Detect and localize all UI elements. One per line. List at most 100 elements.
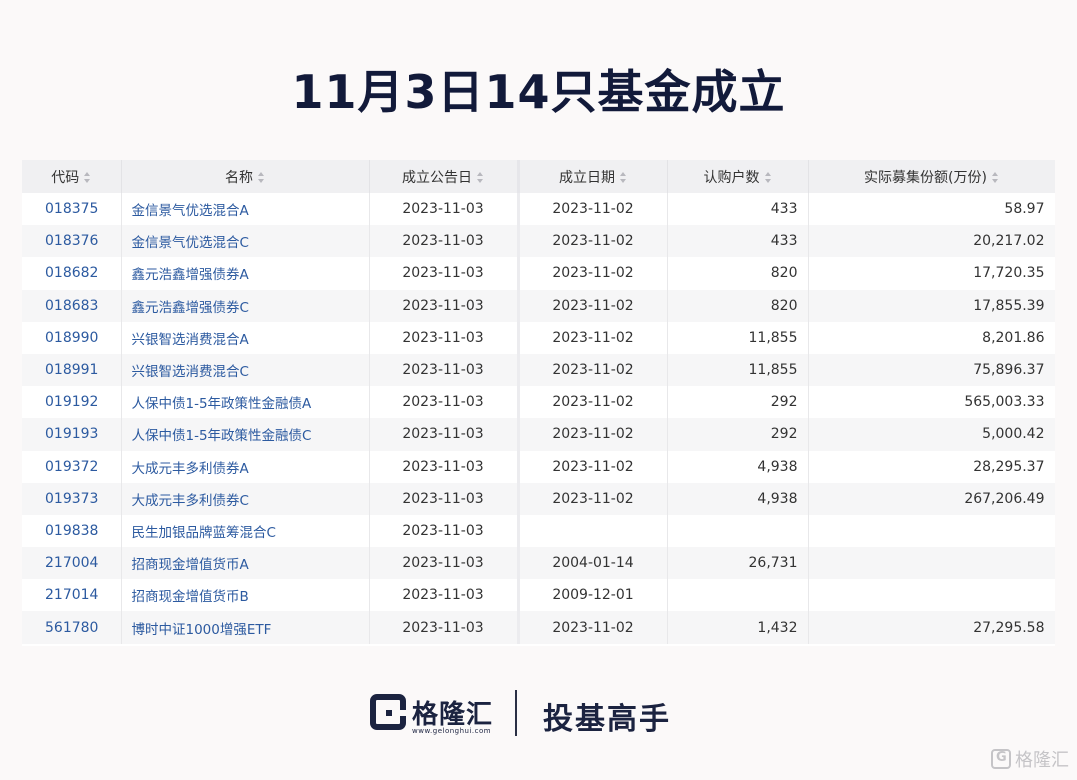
fund-name-cell[interactable]: 招商现金增值货币B bbox=[121, 579, 370, 612]
table-row: 019372 大成元丰多利债券A 2023-11-03 2023-11-02 4,938… bbox=[22, 450, 1055, 483]
column-header-label: 认购户数 bbox=[703, 169, 760, 186]
table-row: 018376 金信景气优选混合C 2023-11-03 2023-11-02 433 20… bbox=[22, 225, 1055, 258]
fund-code-cell[interactable]: 019372 bbox=[22, 450, 122, 483]
sort-icon[interactable] bbox=[764, 172, 772, 183]
establish-date-cell: 2023-11-02 bbox=[518, 193, 668, 226]
announce-date-cell: 2023-11-03 bbox=[369, 289, 520, 322]
announce-date-cell: 2023-11-03 bbox=[369, 386, 520, 419]
fund-code-cell[interactable]: 018683 bbox=[22, 289, 122, 322]
fund-code-cell[interactable]: 018375 bbox=[22, 193, 122, 226]
raised-shares-cell: 267,206.49 bbox=[808, 482, 1055, 515]
sort-icon[interactable] bbox=[620, 172, 627, 183]
raised-shares-cell bbox=[808, 547, 1055, 580]
raised-shares-cell: 27,295.58 bbox=[808, 611, 1055, 644]
raised-shares-cell: 17,855.39 bbox=[808, 289, 1055, 322]
column-header-label: 实际募集份额(万份) bbox=[864, 169, 987, 186]
announce-date-cell: 2023-11-03 bbox=[369, 450, 520, 483]
column-header-label: 成立公告日 bbox=[402, 169, 472, 186]
fund-code-cell[interactable]: 019373 bbox=[22, 482, 122, 515]
fund-name-cell[interactable]: 博时中证1000增强ETF bbox=[121, 611, 370, 644]
fund-code-cell[interactable]: 217004 bbox=[22, 547, 122, 580]
establish-date-cell: 2009-12-01 bbox=[518, 579, 668, 612]
fund-name-cell[interactable]: 民生加银品牌蓝筹混合C bbox=[121, 514, 370, 548]
watermark-text: 格隆汇 bbox=[1015, 750, 1069, 771]
fund-name-cell[interactable]: 鑫元浩鑫增强债券A bbox=[121, 257, 370, 290]
column-header-6[interactable]: 实际募集份额(万份) bbox=[808, 160, 1055, 193]
fund-name-cell[interactable]: 金信景气优选混合C bbox=[121, 225, 370, 258]
fund-name-cell[interactable]: 金信景气优选混合A bbox=[121, 193, 370, 226]
announce-date-cell: 2023-11-03 bbox=[369, 514, 520, 548]
fund-code-cell[interactable]: 217014 bbox=[22, 579, 122, 612]
establish-date-cell: 2004-01-14 bbox=[518, 547, 668, 580]
footer-divider bbox=[515, 690, 517, 736]
column-header-2[interactable]: 名称 bbox=[121, 160, 370, 193]
column-header-1[interactable]: 代码 bbox=[22, 160, 122, 193]
fund-name-cell[interactable]: 兴银智选消费混合C bbox=[121, 353, 370, 387]
raised-shares-cell: 20,217.02 bbox=[808, 225, 1055, 258]
column-header-3[interactable]: 成立公告日 bbox=[369, 160, 520, 193]
raised-shares-cell bbox=[808, 579, 1055, 612]
brand-url: www.gelonghui.com bbox=[412, 727, 492, 735]
raised-shares-cell: 565,003.33 bbox=[808, 386, 1055, 419]
column-header-4[interactable]: 成立日期 bbox=[518, 160, 668, 193]
establish-date-cell: 2023-11-02 bbox=[518, 386, 668, 419]
announce-date-cell: 2023-11-03 bbox=[369, 418, 520, 451]
fund-name-cell[interactable]: 兴银智选消费混合A bbox=[121, 321, 370, 354]
announce-date-cell: 2023-11-03 bbox=[369, 547, 520, 580]
fund-code-cell[interactable]: 019838 bbox=[22, 514, 122, 548]
subscriber-count-cell: 292 bbox=[667, 386, 809, 419]
fund-code-cell[interactable]: 561780 bbox=[22, 611, 122, 644]
column-header-label: 代码 bbox=[51, 169, 80, 186]
column-header-label: 名称 bbox=[225, 169, 253, 186]
raised-shares-cell: 17,720.35 bbox=[808, 257, 1055, 290]
table-row: 217014 招商现金增值货币B 2023-11-03 2009-12-01 bbox=[22, 579, 1055, 612]
establish-date-cell: 2023-11-02 bbox=[518, 225, 668, 258]
announce-date-cell: 2023-11-03 bbox=[369, 611, 520, 644]
fund-name-cell[interactable]: 鑫元浩鑫增强债券C bbox=[121, 289, 370, 322]
table-row: 019193 人保中债1-5年政策性金融债C 2023-11-03 2023-11-0… bbox=[22, 418, 1055, 451]
fund-code-cell[interactable]: 019192 bbox=[22, 386, 122, 419]
table-row: 561780 博时中证1000增强ETF 2023-11-03 2023-11-02 1… bbox=[22, 611, 1055, 644]
fund-name-cell[interactable]: 人保中债1-5年政策性金融债A bbox=[121, 386, 370, 419]
column-header-5[interactable]: 认购户数 bbox=[667, 160, 809, 193]
fund-name-cell[interactable]: 招商现金增值货币A bbox=[121, 547, 370, 580]
establish-date-cell: 2023-11-02 bbox=[518, 450, 668, 483]
subscriber-count-cell: 433 bbox=[667, 193, 809, 226]
announce-date-cell: 2023-11-03 bbox=[369, 225, 520, 258]
announce-date-cell: 2023-11-03 bbox=[369, 579, 520, 612]
page: 11月3日14只基金成立 代码 名称 成立公告日 成立日期 认购户数 实际募集份额(万份)… bbox=[0, 0, 1077, 780]
fund-code-cell[interactable]: 018991 bbox=[22, 353, 122, 387]
table-row: 018991 兴银智选消费混合C 2023-11-03 2023-11-02 11,85… bbox=[22, 353, 1055, 387]
table-row: 018990 兴银智选消费混合A 2023-11-03 2023-11-02 11,85… bbox=[22, 321, 1055, 354]
raised-shares-cell: 58.97 bbox=[808, 193, 1055, 226]
fund-code-cell[interactable]: 018376 bbox=[22, 225, 122, 258]
establish-date-cell: 2023-11-02 bbox=[518, 289, 668, 322]
fund-table-container: 代码 名称 成立公告日 成立日期 认购户数 实际募集份额(万份) 018375 金信景气优选… bbox=[22, 160, 1055, 646]
sort-icon[interactable] bbox=[84, 172, 91, 183]
fund-code-cell[interactable]: 018682 bbox=[22, 257, 122, 290]
fund-code-cell[interactable]: 019193 bbox=[22, 418, 122, 451]
subscriber-count-cell: 26,731 bbox=[667, 547, 809, 580]
fund-name-cell[interactable]: 大成元丰多利债券C bbox=[121, 482, 370, 515]
fund-table: 代码 名称 成立公告日 成立日期 认购户数 实际募集份额(万份) 018375 金信景气优选… bbox=[22, 160, 1055, 644]
sort-icon[interactable] bbox=[477, 172, 484, 183]
table-row: 019373 大成元丰多利债券C 2023-11-03 2023-11-02 4,938… bbox=[22, 482, 1055, 515]
watermark: 格隆汇 bbox=[991, 746, 1069, 772]
establish-date-cell: 2023-11-02 bbox=[518, 611, 668, 644]
raised-shares-cell: 28,295.37 bbox=[808, 450, 1055, 483]
sort-icon[interactable] bbox=[258, 172, 265, 183]
table-row: 018375 金信景气优选混合A 2023-11-03 2023-11-02 433 58… bbox=[22, 193, 1055, 226]
fund-code-cell[interactable]: 018990 bbox=[22, 321, 122, 354]
announce-date-cell: 2023-11-03 bbox=[369, 353, 520, 387]
establish-date-cell: 2023-11-02 bbox=[518, 418, 668, 451]
fund-name-cell[interactable]: 人保中债1-5年政策性金融债C bbox=[121, 418, 370, 451]
table-header: 代码 名称 成立公告日 成立日期 认购户数 实际募集份额(万份) bbox=[22, 160, 1055, 193]
column-header-label: 成立日期 bbox=[559, 169, 615, 186]
subscriber-count-cell: 820 bbox=[667, 257, 809, 290]
subscriber-count-cell: 1,432 bbox=[667, 611, 809, 644]
fund-name-cell[interactable]: 大成元丰多利债券A bbox=[121, 450, 370, 483]
sort-icon[interactable] bbox=[991, 172, 999, 183]
table-body: 018375 金信景气优选混合A 2023-11-03 2023-11-02 433 58… bbox=[22, 193, 1055, 644]
table-row: 019192 人保中债1-5年政策性金融债A 2023-11-03 2023-11-0… bbox=[22, 386, 1055, 419]
raised-shares-cell: 8,201.86 bbox=[808, 321, 1055, 354]
